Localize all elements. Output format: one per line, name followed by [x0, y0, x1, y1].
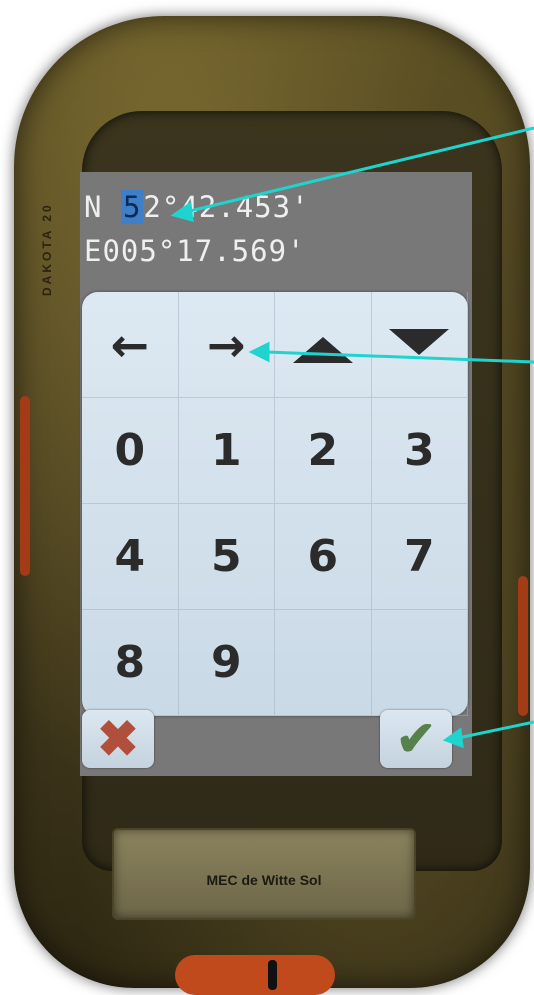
callout-arrowhead-cursor	[170, 201, 194, 223]
annotation-callouts	[170, 126, 534, 749]
callout-arrowhead-arrows	[248, 341, 270, 363]
callout-line-cursor	[185, 126, 534, 214]
callout-line-confirm	[457, 720, 534, 740]
callout-line-arrows	[265, 350, 534, 364]
callout-arrowhead-confirm	[442, 727, 464, 749]
